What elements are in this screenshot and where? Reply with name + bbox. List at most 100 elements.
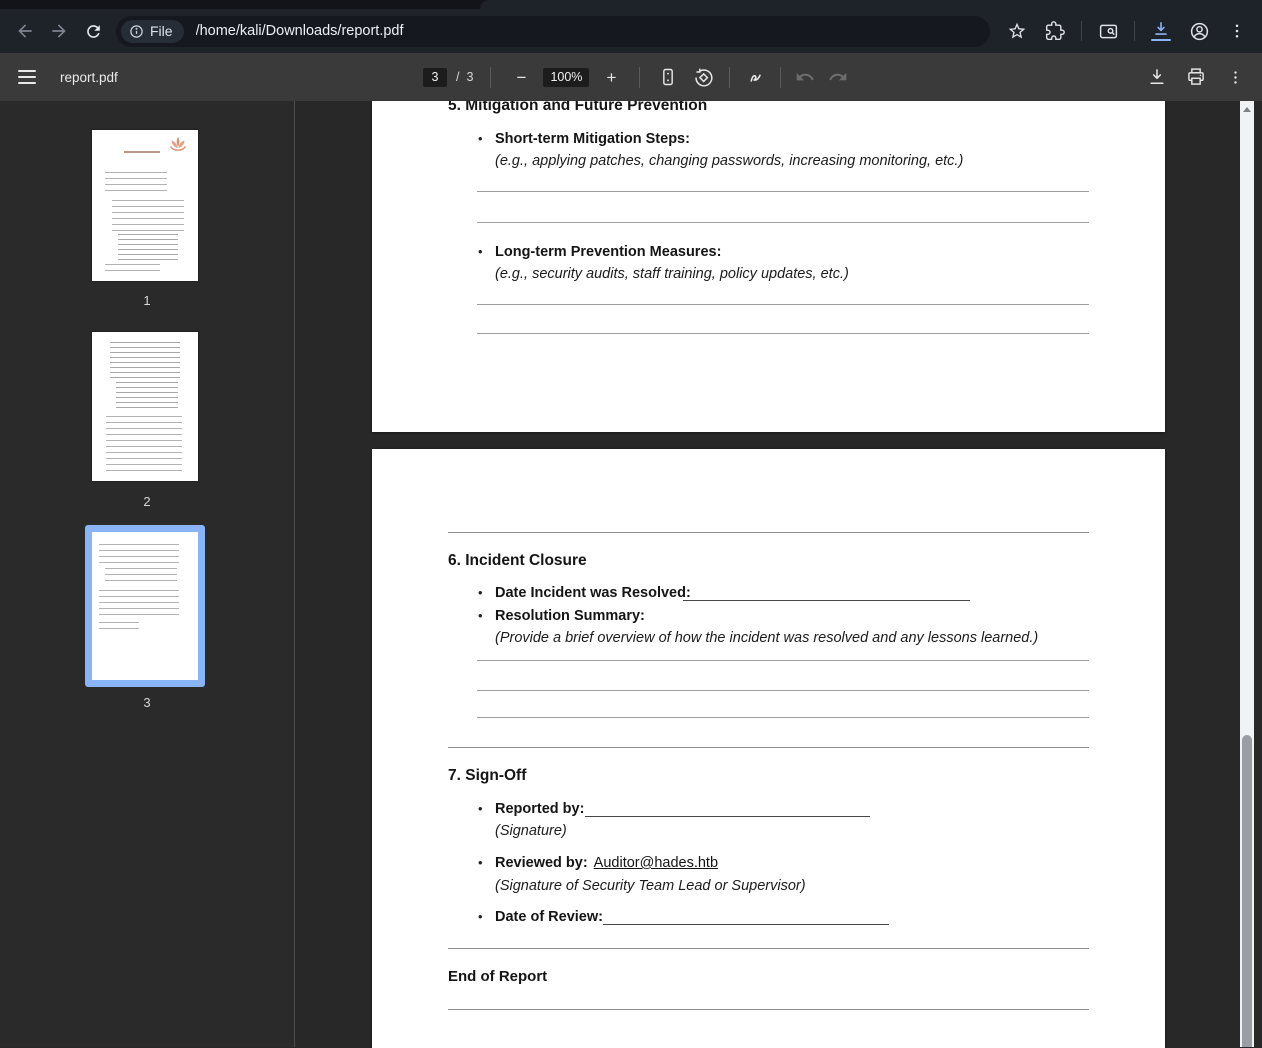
forward-button[interactable]: [42, 14, 76, 48]
bullet-icon: •: [478, 131, 495, 147]
viewer-scrollbar-track[interactable]: [1240, 101, 1254, 1047]
plus-icon: +: [606, 69, 616, 86]
scrollbar-up-arrow-icon[interactable]: [1243, 107, 1251, 112]
thumbnail-text-lines: [99, 544, 179, 564]
thumbnail-label-2: 2: [0, 494, 294, 509]
pdf-page-2: 5. Mitigation and Future Prevention • Sh…: [372, 101, 1165, 432]
fill-in-blank: [585, 815, 870, 817]
section-heading-6: 6. Incident Closure: [448, 552, 587, 570]
profile-icon: [1189, 21, 1210, 42]
thumbnail-page-1[interactable]: [92, 130, 198, 281]
fit-page-button[interactable]: [655, 62, 681, 92]
thumbnail-page-3-selected[interactable]: [85, 525, 205, 687]
section-divider: [448, 747, 1089, 748]
end-of-report-label: End of Report: [448, 968, 547, 985]
thumbnail-text-lines: [105, 172, 167, 196]
annotate-ink-icon: [746, 67, 767, 88]
browser-toolbar: File /home/kali/Downloads/report.pdf: [0, 9, 1262, 53]
answer-line: [477, 717, 1089, 718]
browser-actions: [1000, 14, 1254, 48]
address-bar[interactable]: File /home/kali/Downloads/report.pdf: [116, 16, 990, 47]
bookmark-star-icon: [1007, 21, 1027, 41]
print-icon: [1186, 67, 1206, 87]
url-text: /home/kali/Downloads/report.pdf: [196, 23, 404, 39]
section-divider: [448, 948, 1089, 949]
bullet-item: • Long-term Prevention Measures:: [478, 244, 721, 260]
lotus-logo-icon: [168, 136, 188, 154]
pdf-print-button[interactable]: [1183, 62, 1209, 92]
zoom-out-button[interactable]: −: [508, 62, 534, 92]
thumbnail-page-2[interactable]: [92, 332, 198, 481]
bullet-icon: •: [478, 244, 495, 260]
bullet-item: • Reviewed by: Auditor@hades.htb: [478, 855, 718, 871]
bullet-item: • Resolution Summary:: [478, 608, 645, 624]
zoom-level-input[interactable]: 100%: [543, 68, 589, 87]
fit-page-icon: [658, 66, 678, 88]
bullet-note: (Signature): [495, 823, 567, 839]
downloads-button[interactable]: [1144, 14, 1178, 48]
pdf-kebab-icon: [1227, 69, 1244, 86]
browser-menu-button[interactable]: [1220, 14, 1254, 48]
viewer-scrollbar-thumb[interactable]: [1242, 735, 1252, 1047]
thumbnail-text-lines: [116, 382, 178, 410]
answer-line: [477, 690, 1089, 691]
bullet-item: • Short-term Mitigation Steps:: [478, 131, 690, 147]
download-progress-underline: [1151, 39, 1171, 42]
bullet-note: (Signature of Security Team Lead or Supe…: [495, 878, 806, 894]
profile-button[interactable]: [1182, 14, 1216, 48]
thumbnail-text-lines: [106, 416, 182, 442]
back-button[interactable]: [8, 14, 42, 48]
section-heading-7: 7. Sign-Off: [448, 767, 526, 785]
page-number-input[interactable]: 3: [423, 68, 447, 87]
kebab-menu-icon: [1228, 22, 1246, 40]
rotate-icon: [693, 67, 714, 88]
annotate-button[interactable]: [743, 62, 769, 92]
bookmark-button[interactable]: [1000, 14, 1034, 48]
undo-icon: [795, 67, 815, 87]
redo-icon: [828, 67, 848, 87]
reload-button[interactable]: [76, 14, 110, 48]
thumbnail-label-3: 3: [0, 695, 294, 710]
pdf-menu-more-button[interactable]: [1222, 62, 1248, 92]
zoom-in-button[interactable]: +: [598, 62, 624, 92]
bullet-item: • Date Incident was Resolved:: [478, 585, 691, 601]
section-divider: [448, 1009, 1089, 1010]
thumbnail-text-lines: [99, 622, 139, 630]
thumbnail-text-lines: [124, 151, 160, 153]
bullet-item: • Date of Review:: [478, 909, 603, 925]
fill-in-blank: [603, 923, 889, 925]
active-tab-edge: [480, 0, 1262, 9]
page-search-icon: [1098, 21, 1119, 42]
pdf-document-title: report.pdf: [60, 70, 118, 85]
bullet-note: (e.g., security audits, staff training, …: [495, 266, 849, 282]
scheme-label: File: [150, 23, 173, 39]
fill-in-blank: [683, 599, 970, 601]
rotate-button[interactable]: [690, 62, 716, 92]
pdf-page-viewport: 5. Mitigation and Future Prevention • Sh…: [296, 101, 1262, 1047]
minus-icon: −: [516, 69, 526, 86]
redo-button[interactable]: [825, 62, 851, 92]
bullet-note: (Provide a brief overview of how the inc…: [495, 630, 1038, 646]
answer-line: [477, 222, 1089, 223]
pdf-download-button[interactable]: [1144, 62, 1170, 92]
page-search-button[interactable]: [1091, 14, 1125, 48]
tab-strip: [0, 0, 1262, 9]
pdf-toolbar: report.pdf 3 / 3 − 100% +: [0, 53, 1262, 101]
bullet-icon: •: [478, 801, 495, 817]
pdf-menu-button[interactable]: [14, 62, 40, 92]
reload-icon: [84, 22, 103, 41]
extensions-button[interactable]: [1038, 14, 1072, 48]
site-info-chip[interactable]: File: [121, 20, 184, 43]
answer-line: [477, 660, 1089, 661]
bullet-icon: •: [478, 855, 495, 871]
thumbnail-text-lines: [112, 200, 184, 232]
reviewed-by-value: Auditor@hades.htb: [594, 855, 718, 871]
undo-button[interactable]: [792, 62, 818, 92]
back-arrow-icon: [15, 21, 35, 41]
section-divider: [448, 532, 1089, 533]
section-heading-5: 5. Mitigation and Future Prevention: [448, 101, 707, 115]
thumbnail-text-lines: [118, 234, 178, 260]
thumbnail-sidebar: 1 2 3: [0, 101, 295, 1047]
pdf-download-icon: [1147, 67, 1167, 87]
toolbar-separator: [1081, 21, 1082, 41]
